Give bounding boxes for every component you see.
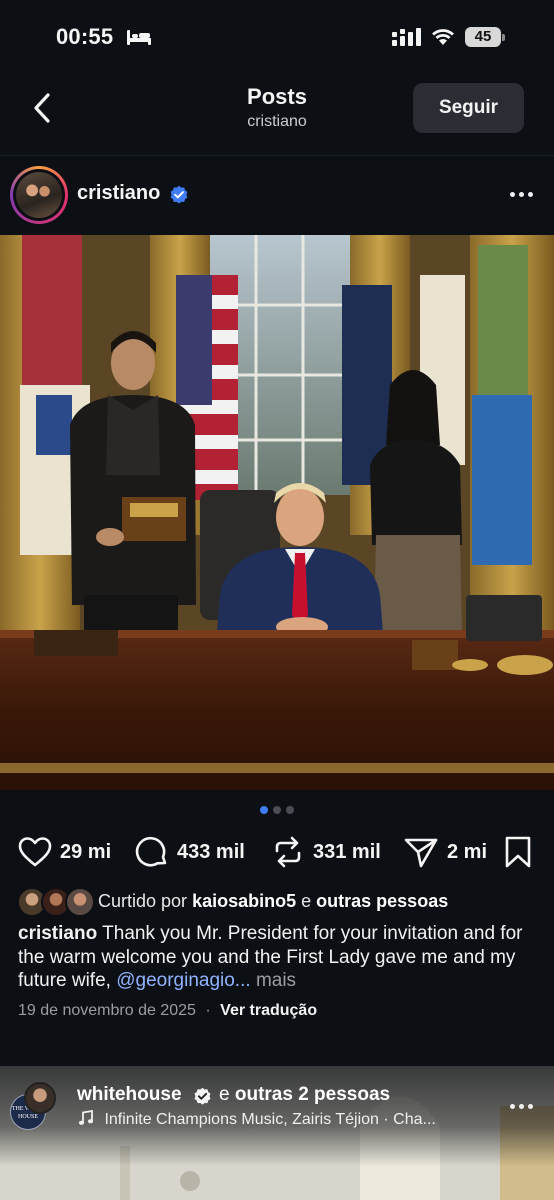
music-note-icon	[78, 1109, 94, 1125]
liked-by-others[interactable]: outras pessoas	[316, 891, 448, 911]
caption-username[interactable]: cristiano	[18, 923, 97, 944]
liked-by-conj: e	[301, 891, 312, 911]
more-dot	[509, 191, 515, 197]
post-header: cristiano	[0, 166, 554, 226]
next-post-collaborators[interactable]: e outras 2 pessoas	[219, 1084, 390, 1106]
more-dot	[518, 191, 524, 197]
see-translation-link[interactable]: Ver tradução	[220, 1002, 317, 1019]
author-avatar[interactable]	[10, 166, 68, 224]
next-post-preview[interactable]: THE WHITE HOUSE whitehouse e outras 2 pe…	[0, 1066, 554, 1200]
status-bar: 00:55 45	[0, 0, 554, 70]
post-actions: 29 mi 433 mil 331 mil 2 mi	[0, 832, 554, 872]
like-count: 29 mi	[60, 840, 112, 863]
collab-others: outras 2 pessoas	[234, 1084, 391, 1105]
comment-bubble-icon	[135, 836, 167, 867]
heart-icon	[18, 837, 52, 867]
repost-count: 331 mil	[313, 840, 381, 863]
liked-by-prefix: Curtido por	[98, 891, 188, 911]
verified-badge-icon	[194, 1087, 211, 1105]
post-date: 19 de novembro de 2025	[18, 1002, 196, 1019]
post-meta: 19 de novembro de 2025 · Ver tradução	[18, 1002, 538, 1020]
oval-office-photo	[0, 235, 554, 790]
liked-by-text: Curtido por kaiosabino5 e outras pessoas	[98, 891, 448, 912]
more-dot	[527, 191, 533, 197]
share-count: 2 mi	[447, 840, 488, 863]
wifi-icon	[432, 29, 454, 45]
more-dot	[518, 1103, 524, 1109]
post-photo[interactable]	[0, 235, 554, 790]
collab-conj: e	[219, 1084, 230, 1105]
repost-icon	[275, 836, 301, 868]
caption-mention[interactable]: @georginagio...	[116, 970, 250, 991]
battery-level: 45	[465, 27, 501, 47]
next-post-username[interactable]: whitehouse	[77, 1084, 182, 1106]
follow-button[interactable]: Seguir	[413, 83, 524, 133]
like-button[interactable]: 29 mi	[18, 832, 111, 872]
music-label[interactable]: Infinite Champions Music, Zairis Téjion …	[78, 1109, 436, 1129]
meta-separator: ·	[205, 1002, 211, 1019]
status-time: 00:55	[56, 24, 114, 49]
top-navigation: Posts cristiano Seguir	[0, 70, 554, 156]
caption-more-link[interactable]: mais	[256, 970, 296, 991]
more-dot	[527, 1103, 533, 1109]
share-button[interactable]: 2 mi	[403, 832, 487, 872]
pager-dot	[273, 806, 281, 814]
avatar	[65, 887, 95, 917]
battery-indicator: 45	[465, 27, 505, 47]
post-caption: cristiano Thank you Mr. President for yo…	[18, 922, 538, 993]
more-dot	[509, 1103, 515, 1109]
save-button[interactable]	[504, 832, 532, 872]
media-pager	[0, 806, 554, 816]
bookmark-icon	[505, 836, 531, 868]
liked-by-user[interactable]: kaiosabino5	[192, 891, 296, 911]
liked-by-avatars	[17, 886, 97, 918]
next-post-options-button[interactable]	[506, 1096, 536, 1116]
battery-tip	[502, 34, 505, 41]
send-icon	[404, 838, 438, 868]
pager-dot-active	[260, 806, 268, 814]
avatar-photo	[16, 172, 62, 218]
liked-by-row[interactable]: Curtido por kaiosabino5 e outras pessoas	[0, 886, 554, 918]
music-text: Infinite Champions Music, Zairis Téjion …	[104, 1111, 436, 1128]
comment-button[interactable]: 433 mil	[135, 832, 245, 872]
comment-count: 433 mil	[177, 840, 245, 863]
verified-badge-icon	[170, 185, 188, 204]
sleep-focus-icon	[127, 30, 151, 45]
post-options-button[interactable]	[506, 184, 536, 204]
author-username[interactable]: cristiano	[77, 182, 160, 205]
repost-button[interactable]: 331 mil	[271, 832, 381, 872]
cellular-signal-icon	[392, 28, 421, 46]
pager-dot	[286, 806, 294, 814]
collaborator-avatar[interactable]	[24, 1082, 56, 1114]
